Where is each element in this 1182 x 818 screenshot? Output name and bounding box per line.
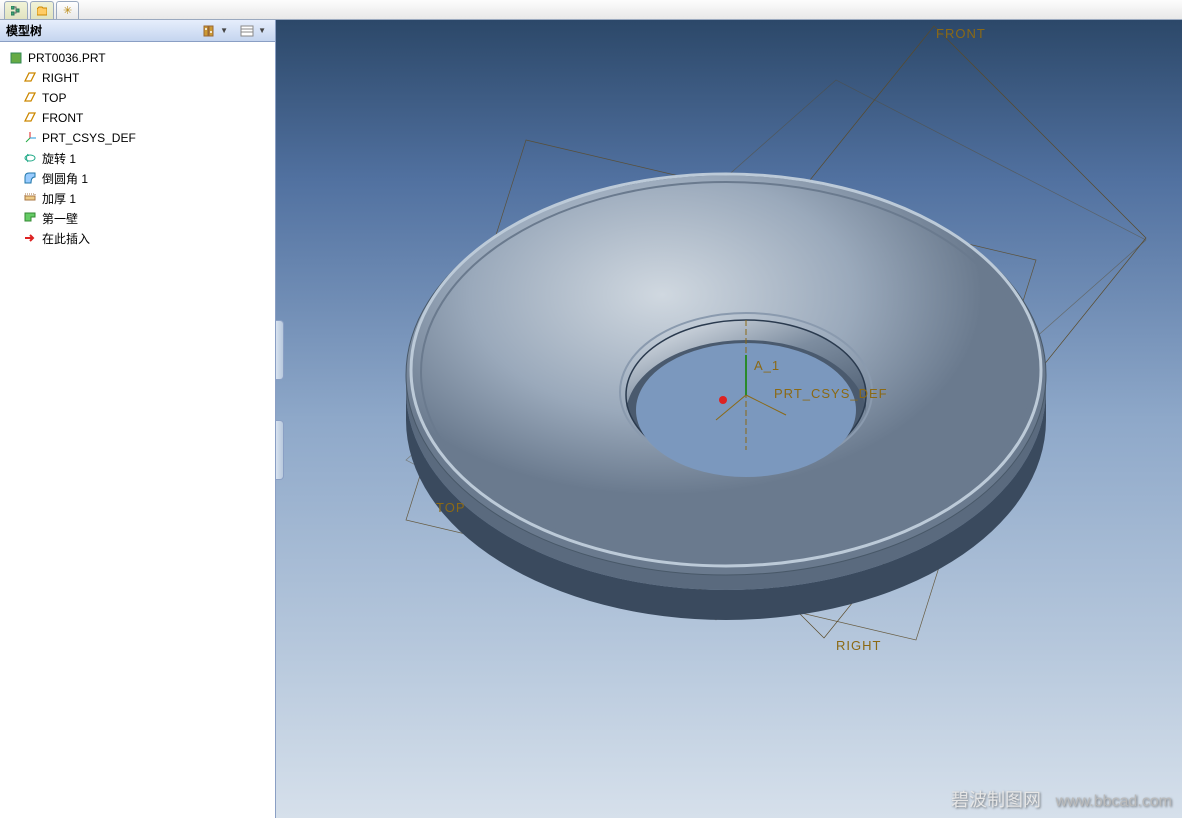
tree-root[interactable]: PRT0036.PRT bbox=[4, 48, 271, 68]
geometry-viewport[interactable]: A_1 PRT_CSYS_DEF FRONT RIGHT TOP 碧波制图网 w… bbox=[276, 20, 1182, 818]
part-icon bbox=[8, 50, 24, 66]
model-tree: PRT0036.PRT RIGHT TOP FRONT PRT_CSYS_DEF… bbox=[0, 42, 275, 818]
tree-item-round[interactable]: 倒圆角 1 bbox=[4, 168, 271, 188]
doc-tab-2[interactable] bbox=[30, 1, 54, 19]
csys-label: PRT_CSYS_DEF bbox=[774, 386, 888, 401]
doc-tabs: ✳ bbox=[0, 0, 1182, 20]
tree-item-label: FRONT bbox=[42, 111, 83, 125]
new-tab-icon: ✳ bbox=[63, 4, 72, 17]
tree-item-label: 第一壁 bbox=[42, 210, 78, 227]
tree-item-top[interactable]: TOP bbox=[4, 88, 271, 108]
csys-icon bbox=[22, 130, 38, 146]
settings-icon bbox=[202, 24, 218, 38]
watermark: 碧波制图网 www.bbcad.com bbox=[951, 786, 1172, 812]
revolve-icon bbox=[22, 150, 38, 166]
model-tree-panel: 模型树 ▼ ▼ PRT0036.PRT RIGHT TOP bbox=[0, 20, 276, 818]
tree-item-revolve[interactable]: 旋转 1 bbox=[4, 148, 271, 168]
tree-show-button[interactable]: ▼ bbox=[237, 23, 269, 39]
tree-item-label: 在此插入 bbox=[42, 230, 90, 247]
watermark-url: www.bbcad.com bbox=[1056, 793, 1173, 810]
show-icon bbox=[240, 24, 256, 38]
tree-settings-button[interactable]: ▼ bbox=[199, 23, 231, 39]
tree-item-label: PRT_CSYS_DEF bbox=[42, 131, 136, 145]
chevron-down-icon: ▼ bbox=[220, 26, 228, 35]
doc-tab-1[interactable] bbox=[4, 1, 28, 19]
tree-item-insert-here[interactable]: 在此插入 bbox=[4, 228, 271, 248]
new-tab-button[interactable]: ✳ bbox=[56, 1, 79, 19]
round-icon bbox=[22, 170, 38, 186]
solid-disc bbox=[406, 174, 1046, 620]
tree-item-label: 旋转 1 bbox=[42, 150, 76, 167]
panel-header: 模型树 ▼ ▼ bbox=[0, 20, 275, 42]
tree-item-front[interactable]: FRONT bbox=[4, 108, 271, 128]
tree-root-label: PRT0036.PRT bbox=[28, 51, 106, 65]
datum-plane-icon bbox=[22, 70, 38, 86]
tree-icon bbox=[11, 6, 21, 16]
tree-item-right[interactable]: RIGHT bbox=[4, 68, 271, 88]
insert-arrow-icon bbox=[22, 230, 38, 246]
top-plane-label: TOP bbox=[436, 500, 466, 515]
viewport-canvas: A_1 PRT_CSYS_DEF FRONT RIGHT TOP bbox=[276, 20, 1182, 818]
axis-label: A_1 bbox=[754, 358, 780, 373]
datum-plane-icon bbox=[22, 110, 38, 126]
tree-item-csys[interactable]: PRT_CSYS_DEF bbox=[4, 128, 271, 148]
chevron-down-icon: ▼ bbox=[258, 26, 266, 35]
folder-icon bbox=[37, 6, 47, 16]
tree-item-label: 加厚 1 bbox=[42, 190, 76, 207]
tree-item-label: TOP bbox=[42, 91, 66, 105]
tree-item-label: 倒圆角 1 bbox=[42, 170, 88, 187]
tree-item-wall[interactable]: 第一壁 bbox=[4, 208, 271, 228]
watermark-text: 碧波制图网 bbox=[951, 790, 1041, 810]
datum-plane-icon bbox=[22, 90, 38, 106]
thicken-icon bbox=[22, 190, 38, 206]
right-plane-label: RIGHT bbox=[836, 638, 881, 653]
tree-item-label: RIGHT bbox=[42, 71, 79, 85]
tree-item-thicken[interactable]: 加厚 1 bbox=[4, 188, 271, 208]
panel-title: 模型树 bbox=[6, 22, 42, 39]
front-plane-label: FRONT bbox=[936, 26, 986, 41]
wall-icon bbox=[22, 210, 38, 226]
